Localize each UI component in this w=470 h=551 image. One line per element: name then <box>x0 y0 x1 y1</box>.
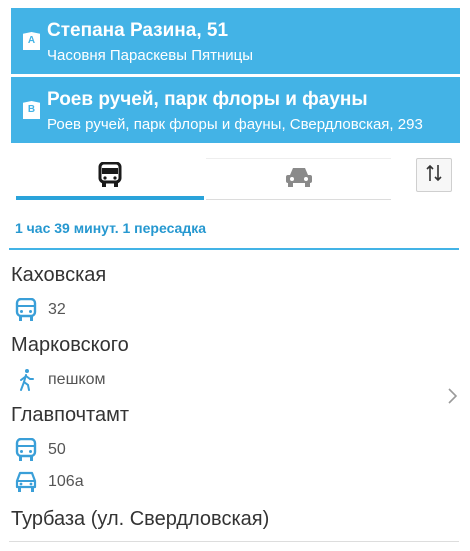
route-leg: 32 <box>14 297 66 323</box>
leg-label: 32 <box>48 301 66 318</box>
stop-name: Марковского <box>11 334 129 356</box>
destination-field[interactable]: B Роев ручей, парк флоры и фауны Роев ру… <box>11 77 460 143</box>
divider <box>9 541 459 542</box>
stop-name: Турбаза (ул. Свердловская) <box>11 508 270 530</box>
bus-icon <box>14 438 38 462</box>
tab-public-transport[interactable] <box>16 158 204 200</box>
walk-icon <box>14 368 38 392</box>
destination-marker-icon: B <box>23 101 40 119</box>
origin-marker-icon: A <box>23 32 40 50</box>
bus-icon <box>98 161 122 193</box>
tab-car[interactable] <box>206 158 391 200</box>
leg-label: 106а <box>48 473 84 490</box>
bus-icon <box>14 298 38 322</box>
origin-title: Степана Разина, 51 <box>47 20 229 41</box>
minibus-icon <box>14 470 38 494</box>
route-leg: 106а <box>14 469 84 495</box>
transport-mode-tabs <box>16 158 391 200</box>
leg-label: пешком <box>48 371 106 388</box>
origin-subtitle: Часовня Параскевы Пятницы <box>47 47 254 64</box>
chevron-right-icon[interactable] <box>446 387 458 410</box>
destination-subtitle: Роев ручей, парк флоры и фауны, Свердлов… <box>47 116 423 133</box>
swap-button[interactable] <box>416 158 452 192</box>
route-summary: 1 час 39 минут. 1 пересадка <box>15 220 207 236</box>
leg-label: 50 <box>48 441 66 458</box>
route-leg: 50 <box>14 437 66 463</box>
origin-field[interactable]: A Степана Разина, 51 Часовня Параскевы П… <box>11 8 460 74</box>
stop-name: Главпочтамт <box>11 404 130 426</box>
route-leg: пешком <box>14 367 105 393</box>
swap-icon <box>424 163 444 188</box>
destination-title: Роев ручей, парк флоры и фауны <box>47 89 368 110</box>
divider <box>9 248 459 250</box>
car-icon <box>284 166 314 193</box>
stop-name: Каховская <box>11 264 107 286</box>
